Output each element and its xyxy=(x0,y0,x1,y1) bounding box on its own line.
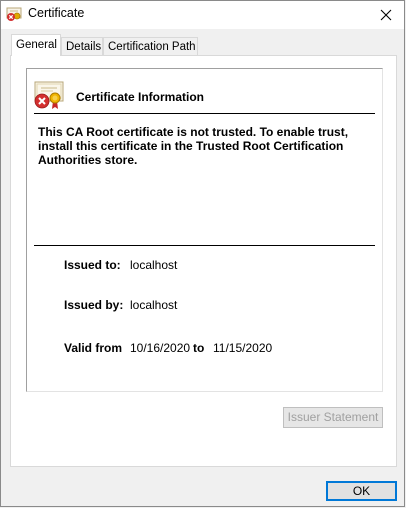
issued-to-value: localhost xyxy=(130,258,178,272)
certificate-info-header: Certificate Information xyxy=(76,90,205,104)
window-title: Certificate xyxy=(28,6,85,20)
tab-general[interactable]: General xyxy=(11,34,61,56)
issuer-statement-button[interactable]: Issuer Statement xyxy=(283,407,383,428)
valid-to-value: 11/15/2020 xyxy=(213,341,273,355)
divider xyxy=(34,245,375,246)
certificate-info-box: Certificate Information This CA Root cer… xyxy=(26,68,383,392)
certificate-error-large-icon xyxy=(33,79,65,111)
certificate-dialog: Certificate General Details Certificatio… xyxy=(0,0,405,507)
issued-by-value: localhost xyxy=(130,298,178,312)
close-icon xyxy=(380,9,392,21)
issued-by-label: Issued by: xyxy=(64,298,124,312)
ok-button[interactable]: OK xyxy=(326,481,397,501)
general-tab-panel: Certificate Information This CA Root cer… xyxy=(10,55,397,467)
close-button[interactable] xyxy=(368,1,404,29)
valid-from-value: 10/16/2020 xyxy=(130,341,191,355)
issued-to-label: Issued to: xyxy=(64,258,121,272)
divider xyxy=(34,113,375,114)
tab-certification-path[interactable]: Certification Path xyxy=(103,37,198,55)
valid-from-label: Valid from xyxy=(64,341,123,355)
trust-warning-text: This CA Root certificate is not trusted.… xyxy=(38,125,349,167)
valid-to-label: to xyxy=(193,341,205,355)
tab-details[interactable]: Details xyxy=(61,37,103,55)
certificate-error-icon xyxy=(6,6,22,22)
title-bar: Certificate xyxy=(1,1,404,29)
